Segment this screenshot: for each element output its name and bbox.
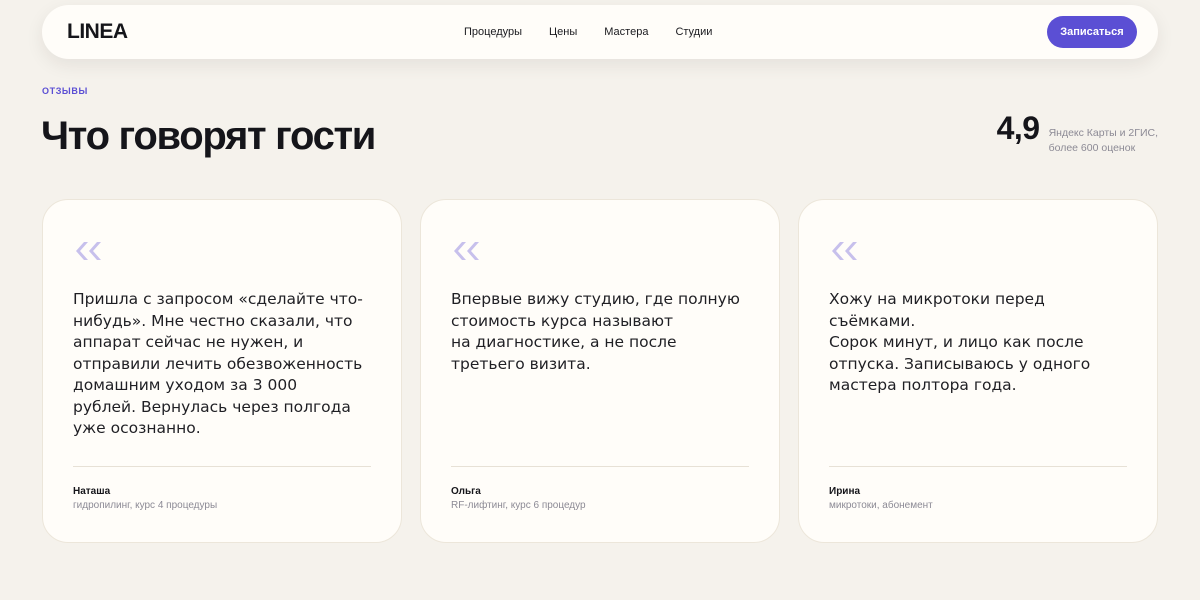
divider	[829, 466, 1127, 467]
section-eyebrow: ОТЗЫВЫ	[42, 86, 88, 96]
quote-open-icon	[451, 240, 481, 267]
nav-item-studios[interactable]: Студии	[675, 26, 712, 38]
divider	[451, 466, 749, 467]
review-author: Наташа	[73, 486, 111, 497]
logo[interactable]: LINEA	[67, 5, 128, 59]
nav-item-prices[interactable]: Цены	[549, 26, 577, 38]
quote-open-icon	[73, 240, 103, 267]
quote-open-icon	[829, 240, 859, 267]
review-course: RF-лифтинг, курс 6 процедур	[451, 500, 586, 511]
review-text: Впервые вижу студию, где полную стоимост…	[451, 290, 740, 373]
nav-item-masters[interactable]: Мастера	[604, 26, 648, 38]
review-card: Пришла с запросом «сделайте что- нибудь»…	[42, 199, 402, 543]
review-text: Пришла с запросом «сделайте что- нибудь»…	[73, 290, 363, 437]
review-card: Хожу на микротоки перед съёмками. Сорок …	[798, 199, 1158, 543]
divider	[73, 466, 371, 467]
review-text: Хожу на микротоки перед съёмками. Сорок …	[829, 290, 1091, 394]
site-header: LINEA Процедуры Цены Мастера Студии Запи…	[42, 5, 1158, 59]
review-author: Ольга	[451, 486, 481, 497]
rating-value: 4,9	[996, 110, 1040, 146]
review-course: гидропилинг, курс 4 процедуры	[73, 500, 218, 511]
page-title: Что говорят гости	[41, 114, 376, 158]
rating-caption-line: Яндекс Карты и 2ГИС,	[1048, 127, 1158, 139]
review-author: Ирина	[829, 486, 861, 497]
rating-caption: Яндекс Карты и 2ГИС, более 600 оценок	[1049, 126, 1158, 156]
review-card: Впервые вижу студию, где полную стоимост…	[420, 199, 780, 543]
book-button[interactable]: Записаться	[1047, 16, 1137, 48]
main-nav: Процедуры Цены Мастера Студии	[464, 5, 712, 59]
review-course: микротоки, абонемент	[829, 500, 933, 511]
rating-caption-line: более 600 оценок	[1048, 142, 1136, 154]
reviews-list: Пришла с запросом «сделайте что- нибудь»…	[42, 199, 1158, 543]
rating-summary: 4,9 Яндекс Карты и 2ГИС, более 600 оцено…	[997, 108, 1158, 156]
nav-item-procedures[interactable]: Процедуры	[464, 26, 522, 38]
